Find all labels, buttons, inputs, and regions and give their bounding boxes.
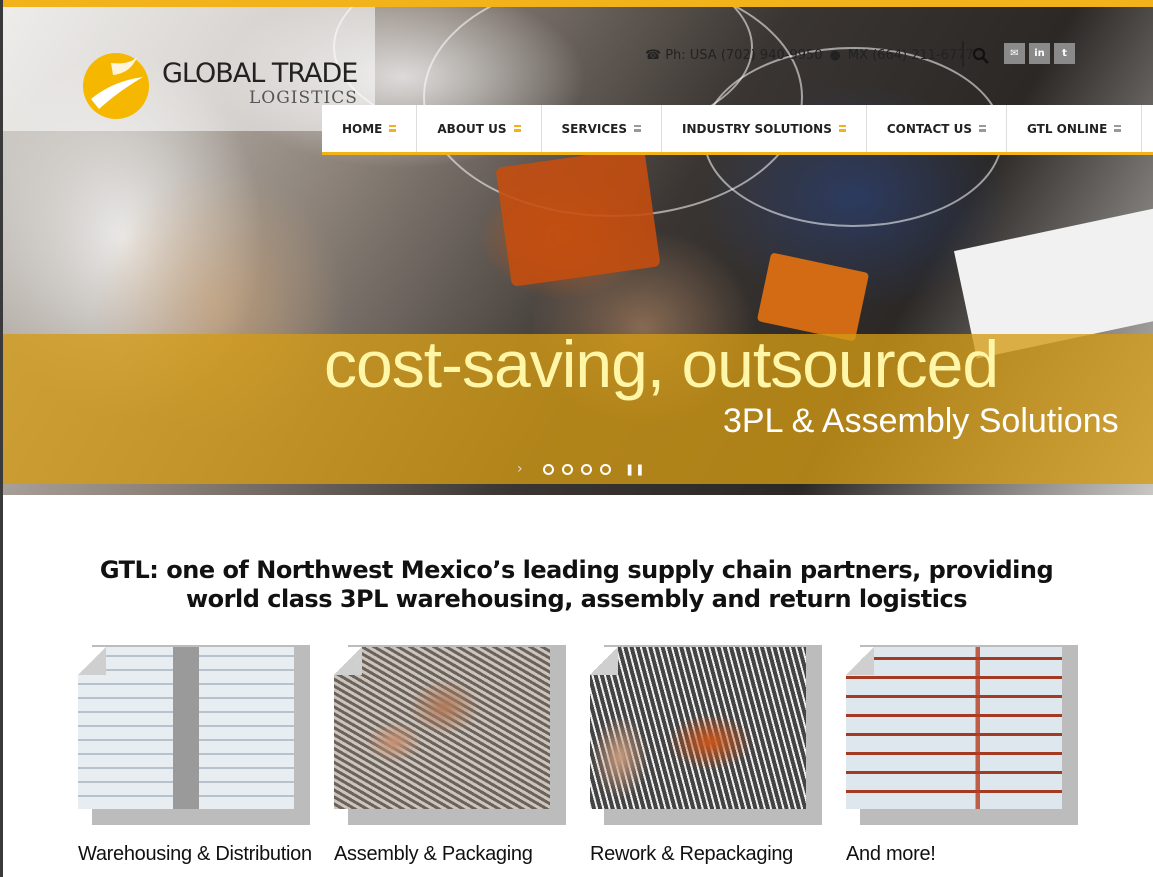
menu-icon: [1114, 125, 1122, 132]
intro-tagline: GTL: one of Northwest Mexico’s leading s…: [99, 556, 1054, 613]
card-label-assembly[interactable]: Assembly & Packaging: [334, 843, 533, 866]
nav-home[interactable]: HOME: [322, 105, 418, 152]
hero-fixture-shape: [495, 147, 661, 287]
pause-icon[interactable]: ❚❚: [625, 463, 645, 476]
header-divider: [962, 41, 964, 67]
slide-dot-4[interactable]: [600, 463, 611, 475]
service-card-assembly[interactable]: [334, 645, 566, 825]
contact-phones: ☎ Ph: USA (702) 940-9950 ● MX (664) 211-…: [645, 48, 974, 63]
card-label-rework[interactable]: Rework & Repackaging: [590, 843, 793, 866]
hero-headline: cost-saving, outsourced: [324, 327, 999, 401]
logo-title[interactable]: GLOBAL TRADE: [162, 58, 358, 89]
top-accent-stripe: [0, 0, 1153, 7]
card-label-more[interactable]: And more!: [846, 843, 936, 866]
phone-usa: Ph: USA (702) 940-9950: [665, 48, 823, 63]
page-fold-decoration: [590, 647, 618, 675]
logo-mark-icon[interactable]: [81, 51, 151, 121]
menu-icon: [838, 125, 846, 132]
page-fold-decoration: [334, 647, 362, 675]
hero-subhead: 3PL & Assembly Solutions: [723, 402, 1119, 440]
slide-dot-3[interactable]: [581, 463, 592, 475]
window-frame-edge: [0, 0, 3, 877]
nav-label: SERVICES: [561, 121, 628, 136]
nav-label: HOME: [342, 121, 383, 136]
menu-icon: [389, 125, 397, 132]
cable-assembly-image[interactable]: [334, 647, 550, 809]
nav-gtl-online[interactable]: GTL ONLINE: [1007, 105, 1143, 152]
menu-icon: [979, 125, 987, 132]
nav-about-us[interactable]: ABOUT US: [417, 105, 542, 152]
nav-label: GTL ONLINE: [1027, 121, 1108, 136]
nav-label: CONTACT US: [886, 121, 973, 136]
card-label-warehousing[interactable]: Warehousing & Distribution: [78, 843, 312, 866]
slide-dot-2[interactable]: [562, 463, 573, 475]
linkedin-icon[interactable]: in: [1029, 43, 1050, 64]
phone-icon: ☎: [645, 48, 662, 63]
service-card-warehousing[interactable]: [78, 645, 310, 825]
slide-dot-1[interactable]: [543, 463, 554, 475]
chevron-right-icon[interactable]: ›: [517, 461, 535, 477]
menu-icon: [634, 125, 642, 132]
nav-industry-solutions[interactable]: INDUSTRY SOLUTIONS: [662, 105, 867, 152]
main-nav: HOME ABOUT US SERVICES INDUSTRY SOLUTION…: [322, 105, 1153, 155]
nav-contact-us[interactable]: CONTACT US: [867, 105, 1008, 152]
slider-controls: › ❚❚: [517, 461, 645, 477]
warehouse-aisle-image[interactable]: [78, 647, 294, 809]
warehouse-racks-image[interactable]: [846, 647, 1062, 809]
page-fold-decoration: [78, 647, 106, 675]
search-icon[interactable]: [972, 47, 990, 65]
page-fold-decoration: [846, 647, 874, 675]
service-card-rework[interactable]: [590, 645, 822, 825]
twitter-icon[interactable]: t: [1054, 43, 1075, 64]
rework-station-image[interactable]: [590, 647, 806, 809]
phone-mx: MX (664) 211-6777: [847, 48, 974, 63]
menu-icon: [513, 125, 521, 132]
nav-label: ABOUT US: [437, 121, 507, 136]
email-icon[interactable]: ✉: [1004, 43, 1025, 64]
bullet-separator: ●: [829, 48, 841, 63]
nav-services[interactable]: SERVICES: [542, 105, 663, 152]
service-card-more[interactable]: [846, 645, 1078, 825]
nav-label: INDUSTRY SOLUTIONS: [682, 121, 832, 136]
